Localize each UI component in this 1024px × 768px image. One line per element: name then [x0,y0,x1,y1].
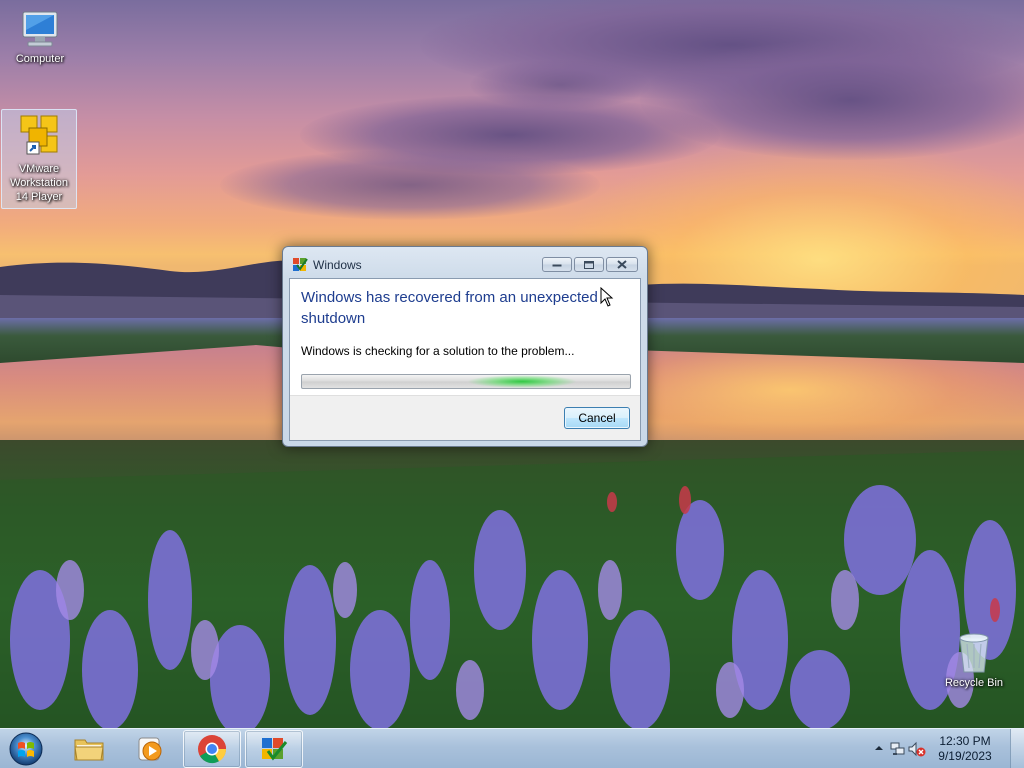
clock-time: 12:30 PM [939,734,991,748]
windows-error-reporting-icon [293,258,308,271]
taskbar-chrome-button[interactable] [183,730,241,768]
chrome-icon [198,735,227,764]
close-icon [617,260,627,269]
progress-marquee [467,375,577,388]
system-tray: 12:30 PM 9/19/2023 [854,729,1024,768]
desktop-icon-label-line2: Workstation [10,177,68,189]
minimize-button[interactable] [542,257,572,272]
taskbar-clock[interactable]: 12:30 PM 9/19/2023 [930,734,1000,764]
close-button[interactable] [606,257,638,272]
taskbar-explorer-button[interactable] [60,730,118,768]
maximize-icon [584,260,594,269]
progress-bar [301,374,631,389]
computer-icon [22,11,58,47]
windows-error-reporting-icon [262,738,288,761]
minimize-icon [552,264,562,266]
desktop-icon-label: Computer [15,53,65,65]
taskbar-media-player-button[interactable] [121,730,179,768]
windows-start-orb-icon [9,732,43,766]
volume-muted-icon[interactable] [908,741,926,757]
clock-date: 9/19/2023 [938,749,992,763]
desktop-icon-recycle-bin[interactable]: Recycle Bin [936,630,1012,700]
show-desktop-button[interactable] [1010,729,1024,768]
show-hidden-icons-chevron[interactable] [874,743,884,753]
dialog-headline: Windows has recovered from an unexpected… [301,287,621,329]
start-button[interactable] [4,730,48,768]
desktop-icon-label-line1: VMware [18,163,60,175]
desktop-icon-vmware[interactable]: VMware Workstation 14 Player [1,109,77,209]
mouse-cursor-icon [600,287,614,307]
folder-icon [74,739,104,761]
headline-line2: shutdown [301,310,366,327]
desktop-icon-computer[interactable]: Computer [2,8,78,72]
vmware-icon [20,115,58,155]
taskbar-recovery-dialog-button[interactable] [245,730,303,768]
network-icon[interactable] [890,741,906,757]
media-player-icon [138,737,162,761]
taskbar: 12:30 PM 9/19/2023 [0,728,1024,768]
dialog-content: Windows has recovered from an unexpected… [289,278,641,441]
cancel-button[interactable]: Cancel [564,407,630,429]
maximize-button[interactable] [574,257,604,272]
status-message: Windows is checking for a solution to th… [301,344,575,358]
recovery-dialog: Windows Windows has recovered from an un… [282,246,648,447]
desktop-icon-label: Recycle Bin [944,677,1004,689]
headline-line1: Windows has recovered from an unexpected [301,289,598,306]
dialog-footer: Cancel [290,395,640,440]
recycle-bin-icon [959,633,989,673]
desktop-icon-label-line3: 14 Player [15,191,63,203]
dialog-title: Windows [313,258,362,272]
